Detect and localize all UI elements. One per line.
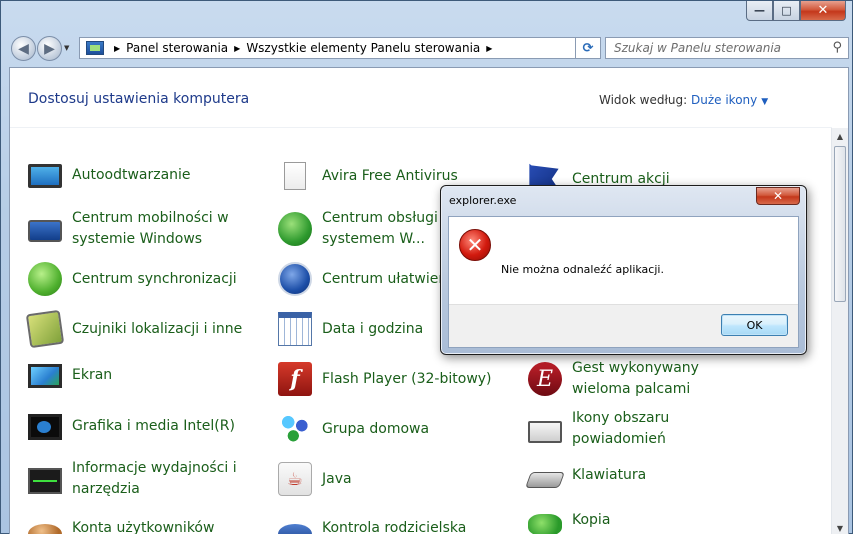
content-header: Dostosuj ustawienia komputera Widok wedł… [10, 68, 832, 128]
address-bar[interactable]: ▶ Panel sterowania ▶ Wszystkie elementy … [79, 37, 599, 59]
location-sensors-icon [25, 309, 65, 349]
view-by-value[interactable]: Duże ikony [691, 93, 757, 107]
item-label: Klawiatura [572, 466, 647, 483]
ease-of-access-icon [278, 262, 312, 296]
item-label: Grupa domowa [322, 420, 430, 437]
item-multitouch-gesture[interactable]: E Gest wykonywany wieloma palcami [528, 358, 768, 400]
item-java[interactable]: ☕ Java [278, 462, 518, 496]
document-icon [284, 162, 306, 190]
dialog-footer: OK [449, 304, 798, 347]
search-icon[interactable]: ⚲ [832, 40, 842, 55]
view-by-label: Widok według: [599, 93, 688, 107]
item-label: Kontrola rodzicielska [322, 519, 467, 534]
dialog-close-button[interactable]: ✕ [756, 187, 800, 205]
item-label: Avira Free Antivirus [322, 167, 458, 184]
item-user-accounts[interactable]: Konta użytkowników [28, 512, 268, 534]
scrollbar-thumb[interactable] [834, 146, 846, 302]
item-label: Centrum mobilności w systemie Windows [72, 210, 229, 247]
item-parental-controls[interactable]: Kontrola rodzicielska [278, 512, 518, 534]
notification-tray-icon [528, 421, 562, 443]
item-label: Konta użytkowników [72, 519, 215, 534]
control-panel-window: — □ ✕ ◀ ▶ ▼ ▶ Panel sterowania ▶ Wszystk… [0, 0, 853, 534]
item-label: Informacje wydajności i narzędzia [72, 460, 237, 497]
chevron-right-icon[interactable]: ▶ [114, 44, 120, 53]
dialog-body: ✕ Nie można odnaleźć aplikacji. OK [448, 216, 799, 348]
back-arrow-icon: ◀ [18, 40, 29, 57]
dialog-title: explorer.exe [449, 194, 517, 207]
item-label: Flash Player (32-bitowy) [322, 370, 492, 387]
user-accounts-icon [28, 524, 62, 534]
error-dialog: explorer.exe ✕ ✕ Nie można odnaleźć apli… [440, 185, 807, 355]
chevron-down-icon[interactable]: ▼ [761, 97, 768, 107]
sync-icon [28, 262, 62, 296]
maximize-button[interactable]: □ [773, 1, 800, 21]
caption-buttons: — □ ✕ [746, 1, 846, 21]
forward-button[interactable]: ▶ [37, 36, 62, 61]
calendar-clock-icon [278, 312, 312, 346]
display-icon [28, 364, 62, 388]
mobility-center-icon [28, 220, 62, 242]
item-display[interactable]: Ekran [28, 362, 268, 388]
item-label: Centrum synchronizacji [72, 270, 237, 287]
item-homegroup[interactable]: Grupa domowa [278, 412, 518, 446]
error-icon: ✕ [459, 229, 491, 261]
item-backup[interactable]: Kopia [528, 504, 768, 534]
item-label: Data i godzina [322, 320, 424, 337]
item-label: Grafika i media Intel(R) [72, 417, 235, 434]
control-panel-icon [86, 41, 104, 55]
back-button[interactable]: ◀ [11, 36, 36, 61]
flash-icon: f [278, 362, 312, 396]
scroll-up-icon[interactable]: ▲ [832, 128, 848, 144]
search-input[interactable]: Szukaj w Panelu sterowania ⚲ [605, 37, 849, 59]
dialog-message: Nie można odnaleźć aplikacji. [501, 263, 664, 276]
multitouch-gesture-icon: E [528, 362, 562, 396]
java-icon: ☕ [278, 462, 312, 496]
item-label: Centrum obsługi z systemem W... [322, 210, 450, 247]
ok-button[interactable]: OK [721, 314, 788, 336]
breadcrumb-control-panel[interactable]: Panel sterowania [126, 41, 228, 55]
item-performance[interactable]: Informacje wydajności i narzędzia [28, 458, 268, 500]
view-by-dropdown[interactable]: Duże ikony ▼ [691, 93, 768, 107]
performance-icon [28, 468, 62, 494]
parental-controls-icon [278, 524, 312, 534]
breadcrumb-all-items[interactable]: Wszystkie elementy Panelu sterowania [246, 41, 480, 55]
chevron-right-icon[interactable]: ▶ [234, 44, 240, 53]
item-autoplay[interactable]: Autoodtwarzanie [28, 162, 268, 188]
item-flash-player[interactable]: f Flash Player (32-bitowy) [278, 362, 518, 396]
item-label: Autoodtwarzanie [72, 166, 191, 183]
item-label: Ikony obszaru powiadomień [572, 410, 670, 447]
dialog-message-area: ✕ Nie można odnaleźć aplikacji. [449, 217, 798, 305]
item-notification-icons[interactable]: Ikony obszaru powiadomień [528, 408, 768, 450]
page-title: Dostosuj ustawienia komputera [28, 91, 250, 107]
forward-arrow-icon: ▶ [44, 40, 55, 57]
vertical-scrollbar[interactable]: ▲ ▼ [831, 128, 848, 534]
item-label: Czujniki lokalizacji i inne [72, 320, 243, 337]
search-placeholder: Szukaj w Panelu sterowania [614, 41, 782, 55]
navigation-bar: ◀ ▶ ▼ ▶ Panel sterowania ▶ Wszystkie ele… [7, 34, 849, 61]
intel-graphics-icon [28, 414, 62, 440]
scroll-down-icon[interactable]: ▼ [832, 520, 848, 534]
homegroup-icon [278, 412, 312, 446]
item-label: Centrum ułatwień [322, 270, 448, 287]
item-intel-graphics[interactable]: Grafika i media Intel(R) [28, 412, 268, 440]
recent-pages-dropdown[interactable]: ▼ [64, 44, 69, 52]
autoplay-icon [28, 164, 62, 188]
sync-center-globe-icon [278, 212, 312, 246]
item-label: Gest wykonywany wieloma palcami [572, 360, 699, 397]
chevron-right-icon[interactable]: ▶ [486, 44, 492, 53]
item-sync-center[interactable]: Centrum synchronizacji [28, 262, 268, 296]
keyboard-icon [525, 472, 565, 488]
item-keyboard[interactable]: Klawiatura [525, 462, 768, 488]
refresh-icon: ⟳ [582, 40, 594, 56]
minimize-button[interactable]: — [746, 1, 773, 21]
item-label: Ekran [72, 366, 113, 383]
refresh-button[interactable]: ⟳ [575, 37, 601, 59]
close-icon: ✕ [772, 189, 784, 203]
item-label: Kopia [572, 511, 611, 528]
close-button[interactable]: ✕ [800, 1, 846, 21]
item-location-sensors[interactable]: Czujniki lokalizacji i inne [25, 309, 268, 349]
item-label: Java [322, 470, 352, 487]
backup-icon [528, 514, 562, 534]
item-mobility-center[interactable]: Centrum mobilności w systemie Windows [28, 208, 268, 250]
